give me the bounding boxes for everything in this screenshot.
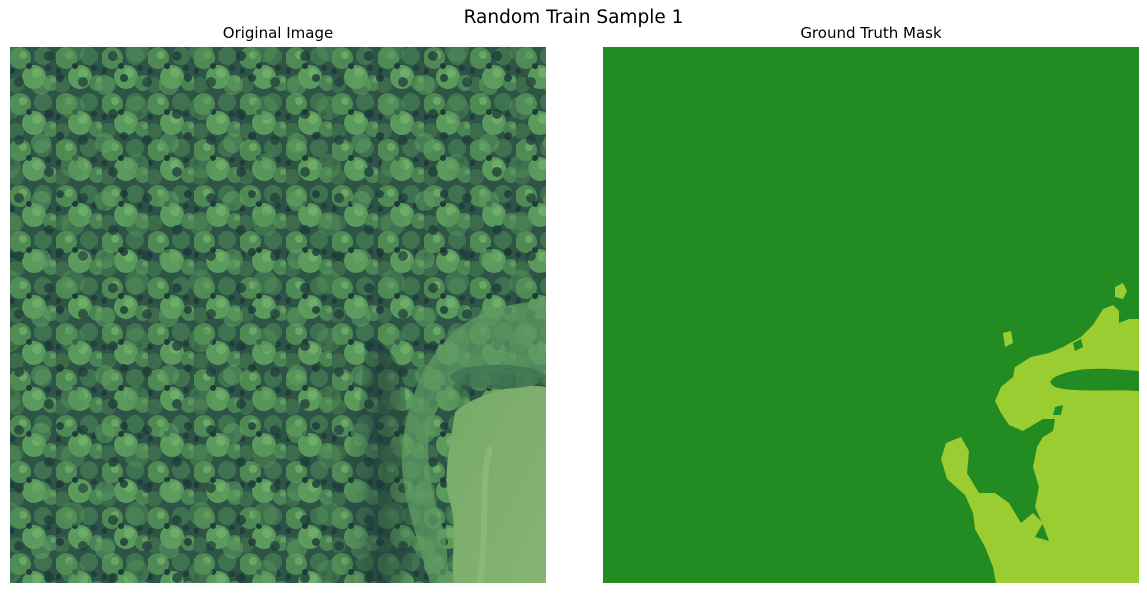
original-image <box>10 47 546 583</box>
ground-truth-mask <box>603 47 1139 583</box>
aerial-photo <box>10 47 546 583</box>
mask-image <box>603 47 1139 583</box>
original-image-title: Original Image <box>222 24 334 42</box>
ground-truth-mask-title: Ground Truth Mask <box>800 24 942 42</box>
